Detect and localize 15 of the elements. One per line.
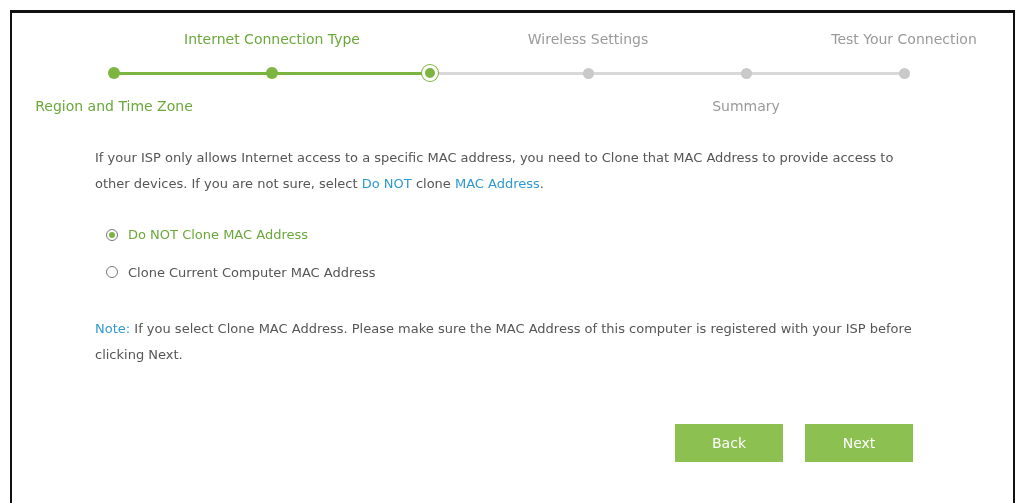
step-label: Test Your Connection: [831, 30, 977, 49]
step-label: Wireless Settings: [527, 30, 649, 49]
wizard-button[interactable]: Back: [675, 424, 783, 462]
intro-text: If your ISP only allows Internet access to a specific MAC address, you need to Clone that MAC Address to provide access to other devices. If you are not sure, select Do NOT clone MAC Address.: [95, 149, 895, 193]
step-label: Summary: [712, 97, 780, 116]
radio-label[interactable]: Do NOT Clone MAC Address: [128, 225, 308, 245]
radio-label[interactable]: Clone Current Computer MAC Address: [128, 262, 376, 282]
step-label: Internet Connection Type: [184, 30, 360, 49]
step-label: Region and Time Zone: [35, 97, 193, 116]
radio-button[interactable]: [106, 228, 118, 241]
link[interactable]: Do NOT: [361, 176, 412, 191]
wizard-button[interactable]: Next: [805, 424, 913, 462]
note-text: Note: If you select Clone MAC Address. Please make sure the MAC Address of this computer is registered with your ISP before clicking Next.: [95, 320, 913, 364]
radio-button[interactable]: [106, 266, 118, 279]
link[interactable]: MAC Address: [455, 176, 540, 191]
